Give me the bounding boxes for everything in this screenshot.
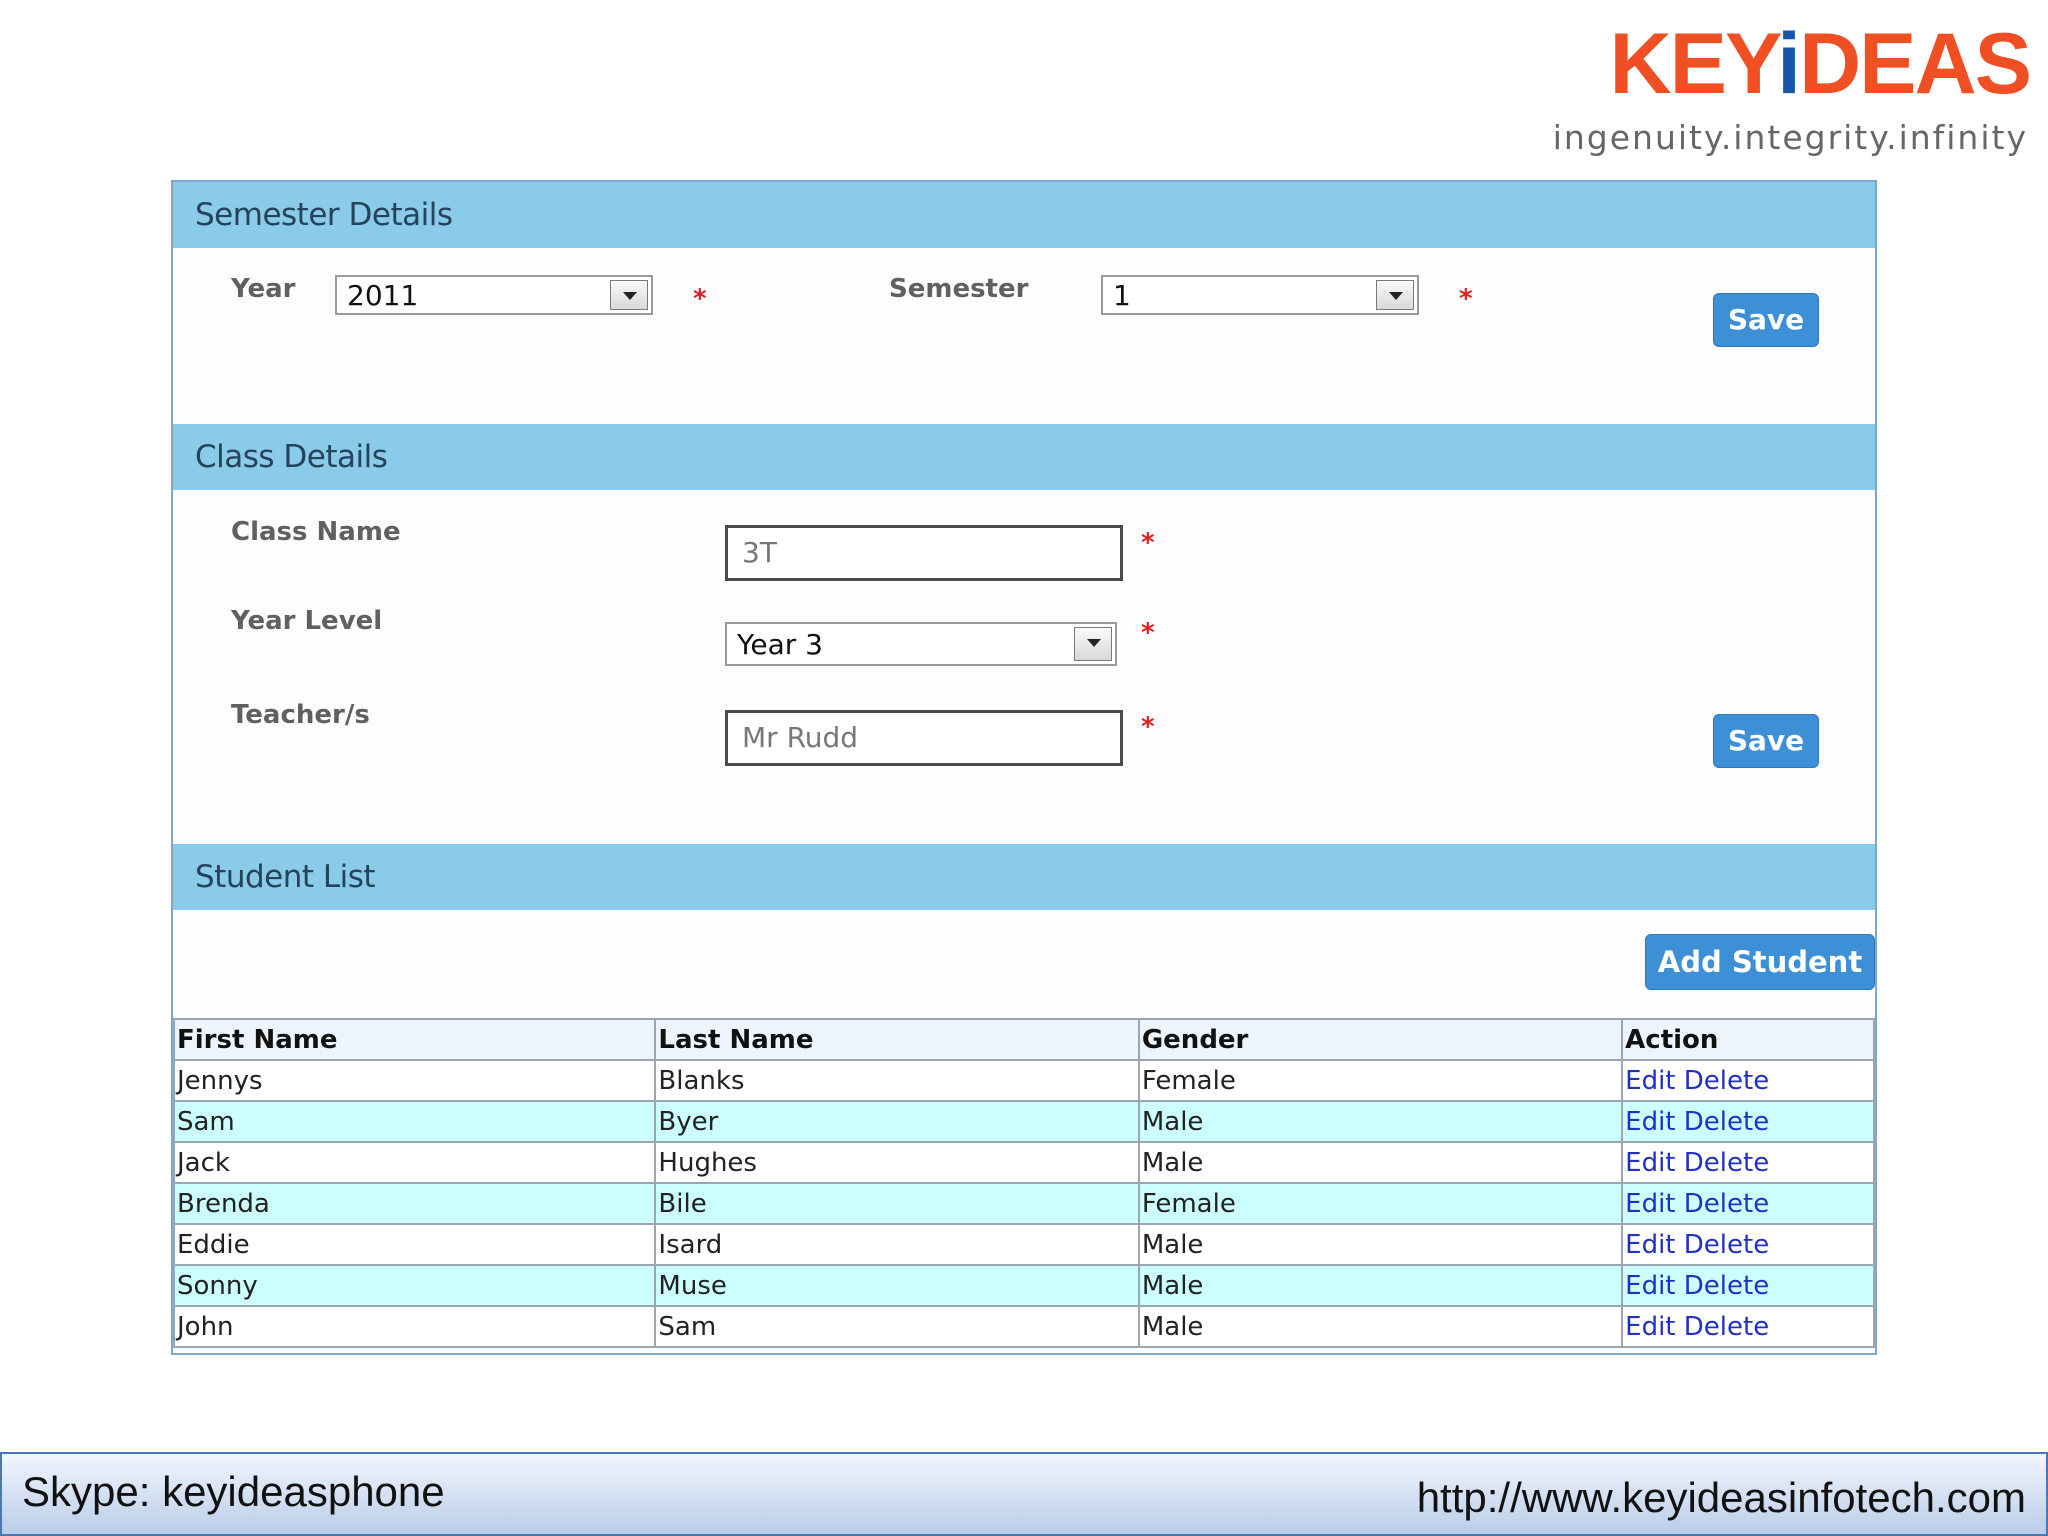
logo-text-key: KEY [1609, 16, 1780, 112]
action-cell: Edit Delete [1621, 1223, 1875, 1266]
edit-link[interactable]: Edit [1625, 1107, 1675, 1137]
action-cell: Edit Delete [1621, 1141, 1875, 1184]
teacher-label: Teacher/s [231, 700, 370, 730]
first-name-cell: Jack [172, 1141, 657, 1184]
required-marker: * [1141, 712, 1155, 742]
semester-details-header: Semester Details [173, 182, 1875, 248]
logo-text-i: i [1777, 16, 1801, 112]
table-row: Jennys Blanks Female Edit Delete [172, 1059, 1875, 1102]
chevron-down-icon[interactable] [1376, 280, 1414, 310]
delete-link[interactable]: Delete [1684, 1271, 1769, 1301]
class-name-value: 3T [742, 536, 777, 569]
year-select[interactable]: 2011 [335, 275, 653, 315]
delete-link[interactable]: Delete [1684, 1107, 1769, 1137]
semester-save-button[interactable]: Save [1713, 293, 1819, 347]
gender-cell: Male [1137, 1264, 1624, 1307]
delete-link[interactable]: Delete [1684, 1148, 1769, 1178]
year-level-select-value: Year 3 [737, 628, 823, 661]
website-url: http://www.keyideasinfotech.com [1416, 1474, 2026, 1521]
class-details-header: Class Details [173, 424, 1875, 490]
table-row: Sonny Muse Male Edit Delete [172, 1264, 1875, 1307]
first-name-cell: Brenda [172, 1182, 657, 1225]
edit-link[interactable]: Edit [1625, 1148, 1675, 1178]
footer-bar: Skype: keyideasphone http://www.keyideas… [0, 1452, 2048, 1536]
year-label: Year [231, 274, 296, 304]
edit-link[interactable]: Edit [1625, 1230, 1675, 1260]
gender-cell: Male [1137, 1305, 1624, 1348]
last-name-cell: Bile [654, 1182, 1140, 1225]
class-name-input[interactable]: 3T [725, 525, 1123, 581]
column-header-gender: Gender [1137, 1018, 1624, 1061]
form-panel: Semester Details Year 2011 * Semester 1 … [171, 180, 1877, 1355]
column-header-first-name: First Name [172, 1018, 657, 1061]
table-row: John Sam Male Edit Delete [172, 1305, 1875, 1348]
skype-contact: Skype: keyideasphone [22, 1468, 445, 1515]
class-save-button[interactable]: Save [1713, 714, 1819, 768]
action-cell: Edit Delete [1621, 1059, 1875, 1102]
table-row: Brenda Bile Female Edit Delete [172, 1182, 1875, 1225]
table-row: Sam Byer Male Edit Delete [172, 1100, 1875, 1143]
required-marker: * [693, 284, 707, 314]
chevron-down-icon[interactable] [610, 280, 648, 310]
edit-link[interactable]: Edit [1625, 1271, 1675, 1301]
year-level-label: Year Level [231, 606, 383, 636]
first-name-cell: Sonny [172, 1264, 657, 1307]
last-name-cell: Byer [654, 1100, 1140, 1143]
delete-link[interactable]: Delete [1684, 1312, 1769, 1342]
action-cell: Edit Delete [1621, 1264, 1875, 1307]
student-list-header: Student List [173, 844, 1875, 910]
keyideas-logo: KEYiDEAS ingenuity.integrity.infinity [1553, 16, 2032, 157]
last-name-cell: Blanks [654, 1059, 1140, 1102]
gender-cell: Male [1137, 1100, 1624, 1143]
required-marker: * [1141, 528, 1155, 558]
last-name-cell: Isard [654, 1223, 1140, 1266]
action-cell: Edit Delete [1621, 1100, 1875, 1143]
logo-wordmark: KEYiDEAS [1609, 16, 2032, 112]
student-table: First Name Last Name Gender Action Jenny… [172, 1018, 1875, 1348]
gender-cell: Male [1137, 1223, 1624, 1266]
semester-select[interactable]: 1 [1101, 275, 1419, 315]
semester-label: Semester [889, 274, 1029, 304]
last-name-cell: Hughes [654, 1141, 1140, 1184]
chevron-down-icon[interactable] [1074, 627, 1112, 661]
semester-select-value: 1 [1113, 279, 1131, 312]
action-cell: Edit Delete [1621, 1305, 1875, 1348]
first-name-cell: John [172, 1305, 657, 1348]
logo-tagline: ingenuity.integrity.infinity [1552, 118, 2028, 157]
table-header-row: First Name Last Name Gender Action [172, 1018, 1875, 1061]
teacher-input[interactable]: Mr Rudd [725, 710, 1123, 766]
delete-link[interactable]: Delete [1684, 1230, 1769, 1260]
column-header-action: Action [1621, 1018, 1875, 1061]
column-header-last-name: Last Name [654, 1018, 1140, 1061]
required-marker: * [1459, 284, 1473, 314]
action-cell: Edit Delete [1621, 1182, 1875, 1225]
year-select-value: 2011 [347, 279, 419, 312]
first-name-cell: Jennys [172, 1059, 657, 1102]
required-marker: * [1141, 618, 1155, 648]
add-student-button[interactable]: Add Student [1645, 934, 1875, 990]
gender-cell: Male [1137, 1141, 1624, 1184]
edit-link[interactable]: Edit [1625, 1312, 1675, 1342]
year-level-select[interactable]: Year 3 [725, 622, 1117, 666]
gender-cell: Female [1137, 1059, 1624, 1102]
edit-link[interactable]: Edit [1625, 1066, 1675, 1096]
teacher-value: Mr Rudd [742, 721, 859, 754]
gender-cell: Female [1137, 1182, 1624, 1225]
first-name-cell: Sam [172, 1100, 657, 1143]
delete-link[interactable]: Delete [1684, 1189, 1769, 1219]
first-name-cell: Eddie [172, 1223, 657, 1266]
table-row: Jack Hughes Male Edit Delete [172, 1141, 1875, 1184]
last-name-cell: Sam [654, 1305, 1140, 1348]
edit-link[interactable]: Edit [1625, 1189, 1675, 1219]
delete-link[interactable]: Delete [1684, 1066, 1769, 1096]
last-name-cell: Muse [654, 1264, 1140, 1307]
logo-text-deas: DEAS [1799, 16, 2032, 112]
table-row: Eddie Isard Male Edit Delete [172, 1223, 1875, 1266]
class-name-label: Class Name [231, 517, 401, 547]
